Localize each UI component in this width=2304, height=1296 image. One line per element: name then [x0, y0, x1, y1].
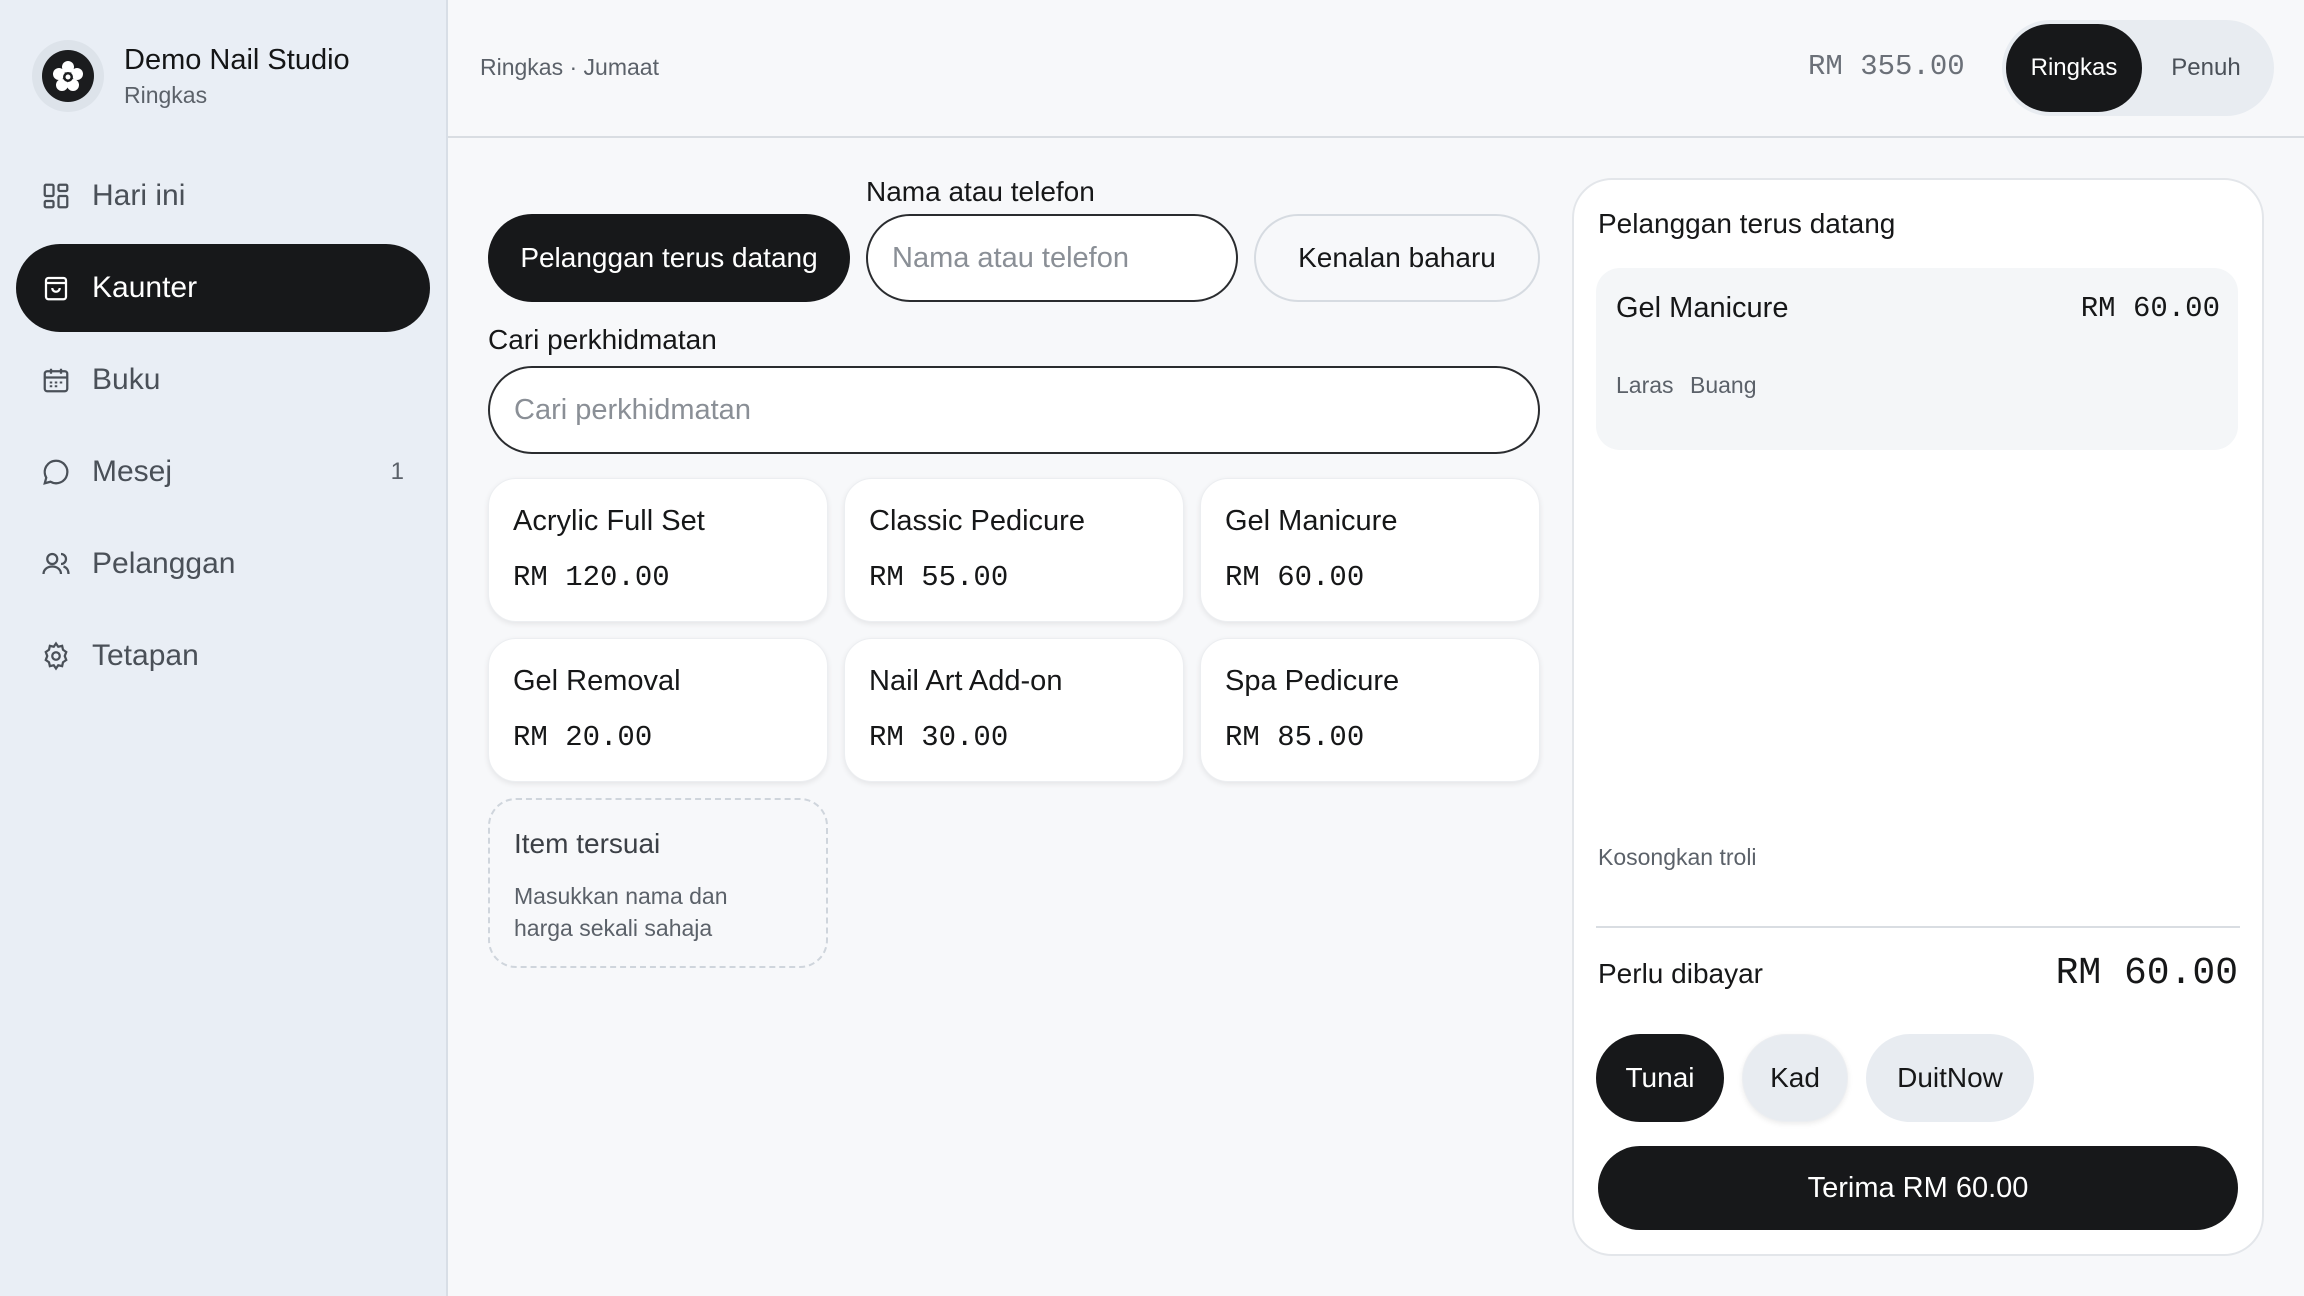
sidebar-item-customers[interactable]: Pelanggan [16, 520, 430, 608]
payment-cash-button[interactable]: Tunai [1596, 1034, 1724, 1122]
amount-due-label: Perlu dibayar [1598, 958, 1763, 989]
sidebar-item-label: Kaunter [92, 271, 198, 304]
service-name: Acrylic Full Set [513, 505, 705, 537]
mode-full-button[interactable]: Penuh [2142, 24, 2270, 112]
walk-in-customer-button[interactable]: Pelanggan terus datang [488, 214, 850, 302]
custom-item-card[interactable]: Item tersuai Masukkan nama dan harga sek… [488, 798, 828, 968]
gear-icon [40, 640, 72, 672]
service-name: Nail Art Add-on [869, 665, 1063, 697]
service-card[interactable]: Classic Pedicure RM 55.00 [844, 478, 1184, 622]
clear-cart-link[interactable]: Kosongkan troli [1598, 844, 1757, 871]
sidebar-nav: Hari ini Kaunter Buku Mesej 1 Pelanggan … [16, 152, 430, 704]
sidebar-item-settings[interactable]: Tetapan [16, 612, 430, 700]
sidebar-item-counter[interactable]: Kaunter [16, 244, 430, 332]
studio-name: Demo Nail Studio [124, 44, 350, 76]
sidebar-item-messages[interactable]: Mesej 1 [16, 428, 430, 516]
customer-field-label: Nama atau telefon [866, 176, 1095, 207]
sidebar-item-label: Buku [92, 363, 161, 396]
users-icon [40, 548, 72, 580]
sidebar-item-label: Pelanggan [92, 547, 236, 580]
calendar-icon [40, 364, 72, 396]
line-item-name: Gel Manicure [1616, 292, 1789, 324]
service-card[interactable]: Acrylic Full Set RM 120.00 [488, 478, 828, 622]
custom-item-hint: Masukkan nama dan harga sekali sahaja [514, 883, 728, 941]
service-price: RM 85.00 [1225, 721, 1365, 754]
cart-customer-title: Pelanggan terus datang [1598, 208, 1896, 239]
flower-logo-icon [42, 50, 94, 102]
cart-line-item[interactable]: Gel Manicure RM 60.00 Laras Buang [1596, 268, 2238, 450]
service-search-label: Cari perkhidmatan [488, 324, 717, 355]
cart-panel: Pelanggan terus datang Gel Manicure RM 6… [1572, 178, 2264, 1256]
chat-bubble-icon [40, 456, 72, 488]
service-card[interactable]: Gel Removal RM 20.00 [488, 638, 828, 782]
payment-card-button[interactable]: Kad [1742, 1034, 1848, 1122]
amount-due-value: RM 60.00 [2055, 952, 2238, 995]
service-price: RM 20.00 [513, 721, 653, 754]
service-search-input[interactable] [488, 366, 1540, 454]
line-item-staff[interactable]: Laras [1616, 372, 1674, 399]
service-name: Classic Pedicure [869, 505, 1085, 537]
mode-compact-button[interactable]: Ringkas [2006, 24, 2142, 112]
studio-mode: Ringkas [124, 82, 208, 108]
unread-count-badge: 1 [390, 458, 404, 485]
view-mode-toggle: Ringkas Penuh [2002, 20, 2274, 116]
sidebar: Demo Nail Studio Ringkas Hari ini Kaunte… [0, 0, 448, 1296]
dashboard-icon [40, 180, 72, 212]
service-name: Spa Pedicure [1225, 665, 1400, 697]
service-card[interactable]: Nail Art Add-on RM 30.00 [844, 638, 1184, 782]
sidebar-item-today[interactable]: Hari ini [16, 152, 430, 240]
sidebar-item-label: Mesej [92, 455, 173, 488]
divider [1596, 926, 2240, 928]
service-price: RM 60.00 [1225, 561, 1365, 594]
brand: Demo Nail Studio Ringkas [32, 40, 350, 112]
accept-payment-button[interactable]: Terima RM 60.00 [1598, 1146, 2238, 1230]
payment-duitnow-button[interactable]: DuitNow [1866, 1034, 2034, 1122]
service-price: RM 120.00 [513, 561, 670, 594]
custom-item-title: Item tersuai [514, 828, 661, 859]
new-contact-button[interactable]: Kenalan baharu [1254, 214, 1540, 302]
avatar[interactable] [32, 40, 104, 112]
service-name: Gel Manicure [1225, 505, 1398, 537]
sidebar-item-label: Tetapan [92, 639, 199, 672]
service-price: RM 55.00 [869, 561, 1009, 594]
service-card[interactable]: Spa Pedicure RM 85.00 [1200, 638, 1540, 782]
customer-search-input[interactable] [866, 214, 1238, 302]
breadcrumb: Ringkas · Jumaat [480, 54, 659, 80]
day-total: RM 355.00 [1808, 50, 1965, 83]
topbar: Ringkas · Jumaat RM 355.00 Ringkas Penuh [448, 0, 2304, 138]
line-item-price: RM 60.00 [2080, 292, 2220, 325]
shopping-bag-icon [40, 272, 72, 304]
service-name: Gel Removal [513, 665, 681, 697]
line-item-remove-link[interactable]: Buang [1690, 372, 1757, 399]
sidebar-item-label: Hari ini [92, 179, 186, 212]
service-card[interactable]: Gel Manicure RM 60.00 [1200, 478, 1540, 622]
service-price: RM 30.00 [869, 721, 1009, 754]
sidebar-item-book[interactable]: Buku [16, 336, 430, 424]
